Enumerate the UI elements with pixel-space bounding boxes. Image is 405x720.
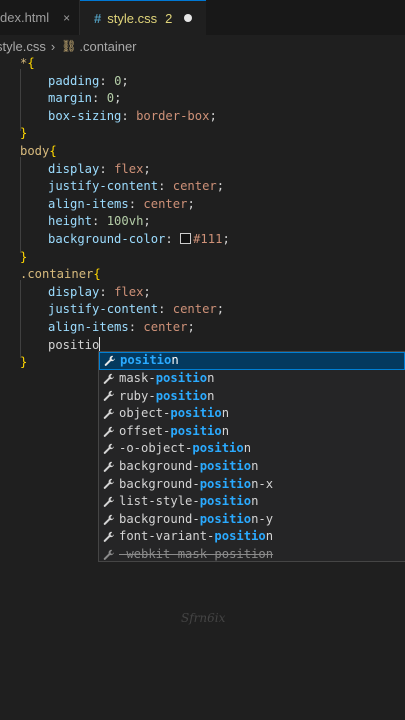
wrench-icon [102,390,115,403]
wrench-icon [102,531,115,544]
wrench-icon [102,443,115,456]
tab-label: style.css [107,10,158,26]
css-file-icon: # [94,10,102,26]
code-line: } [20,249,28,264]
suggestion-item[interactable]: offset-positio n [99,423,405,441]
code-line: justify-content: center; [48,179,225,194]
suggestion-item[interactable]: object-positio n [99,405,405,423]
problems-badge: 2 [165,10,173,26]
suggestion-item[interactable]: background-positio n [99,458,405,476]
wrench-icon [102,372,115,385]
indent-guide [20,69,21,131]
breadcrumb-file[interactable]: style.css [0,39,46,54]
code-line: } [20,355,28,370]
tab-index-html[interactable]: dex.html × [0,0,80,35]
wrench-icon [102,478,115,491]
code-line: height: 100vh; [48,214,151,229]
code-line: justify-content: center; [48,302,225,317]
wrench-icon [102,513,115,526]
wrench-icon [103,355,116,368]
suggestion-item[interactable]: background-positio n-y [99,511,405,529]
text-cursor [99,336,101,352]
wrench-icon [102,407,115,420]
suggestion-item[interactable]: background-positio n-x [99,476,405,494]
code-line: body{ [20,144,57,158]
code-line: background-color: #111; [48,232,230,246]
code-line: } [20,126,28,141]
code-line: *{ [20,56,35,70]
wrench-icon [102,548,115,561]
chevron-right-icon: › [50,38,56,54]
code-line: .container{ [20,267,101,282]
tab-bar: dex.html × # style.css 2 [0,0,405,35]
code-line: align-items: center; [48,196,195,211]
wrench-icon [102,425,115,438]
suggestion-list[interactable]: positio n mask-positio n ruby-positio n obj… [98,351,405,562]
code-line: display: flex; [48,161,151,176]
unsaved-dot-icon[interactable] [184,14,193,22]
suggestion-item[interactable]: -o-object-positio n [99,440,405,458]
suggestion-item[interactable]: positio n [99,352,405,370]
symbol-class-icon: ⛓ [61,39,77,53]
suggestion-item[interactable]: ruby-positio n [99,388,405,406]
code-line-active[interactable]: positio [48,336,101,355]
close-icon[interactable]: × [63,11,70,25]
code-line: padding: 0; [48,73,129,88]
code-line: margin: 0; [48,91,122,106]
breadcrumb-symbol[interactable]: .container [79,39,136,54]
color-swatch[interactable] [180,233,192,244]
code-line: align-items: center; [48,320,195,334]
wrench-icon [102,460,115,473]
wrench-icon [102,495,115,508]
tab-label: dex.html [0,10,50,25]
tab-style-css[interactable]: # style.css 2 [80,0,207,35]
indent-guide [20,280,21,358]
suggestion-item[interactable]: mask-positio n [99,370,405,388]
watermark: Sfrn6ix [181,611,226,625]
suggestion-item[interactable]: font-variant-positio n [99,528,405,546]
code-line: display: flex; [48,284,151,299]
breadcrumb: style.css › ⛓ .container [0,35,405,57]
code-line: box-sizing: border-box; [48,108,217,123]
indent-guide [20,157,21,253]
suggestion-item[interactable]: list-style-positio n [99,493,405,511]
suggestion-item-deprecated[interactable]: -webkit-mask-positio n [99,546,405,564]
